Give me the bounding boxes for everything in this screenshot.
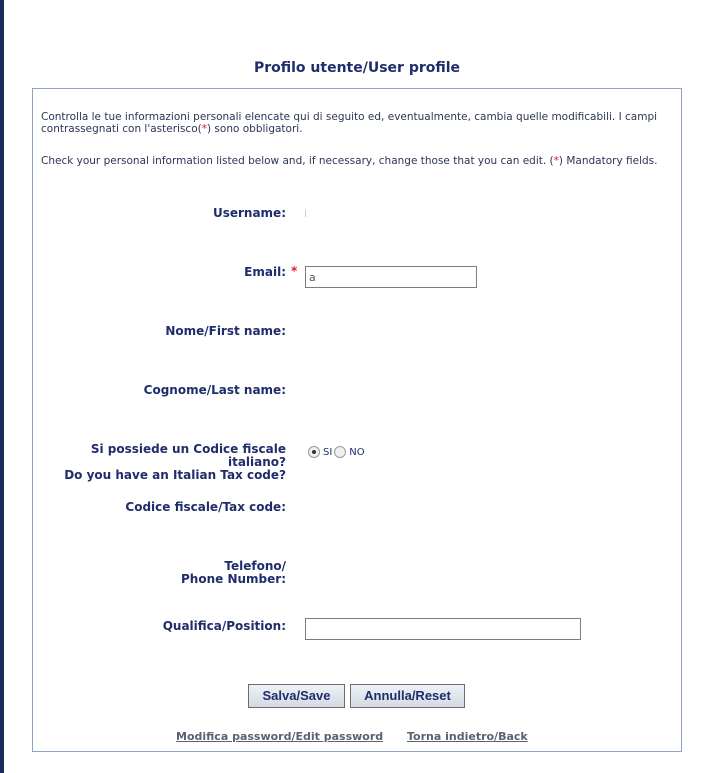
radio-si[interactable]	[308, 446, 320, 458]
radio-si-label: SI	[323, 446, 333, 458]
intro-english-text-1: Check your personal information listed b…	[41, 155, 554, 167]
phone-label-line2: Phone Number:	[181, 572, 286, 586]
intro-english-text-2: ) Mandatory fields.	[558, 155, 658, 167]
username-value	[305, 210, 306, 217]
reset-button[interactable]: Annulla/Reset	[350, 684, 465, 708]
email-required-asterisk: *	[291, 264, 298, 278]
first-name-label: Nome/First name:	[165, 324, 286, 338]
back-link[interactable]: Torna indietro/Back	[407, 730, 528, 743]
email-field[interactable]	[305, 266, 477, 288]
taxcode-radio-group: SI NO	[308, 446, 367, 458]
radio-no[interactable]	[334, 446, 347, 458]
taxcode-question-label: Si possiede un Codice fiscale italiano? …	[60, 443, 286, 482]
intro-italian-text-1: Controlla le tue informazioni personali …	[41, 111, 658, 135]
edit-password-link[interactable]: Modifica password/Edit password	[176, 730, 383, 743]
position-field[interactable]	[305, 618, 581, 640]
left-border	[0, 0, 4, 773]
profile-panel	[32, 88, 682, 752]
intro-english: Check your personal information listed b…	[41, 155, 671, 167]
username-label: Username:	[212, 206, 286, 220]
intro-italian: Controlla le tue informazioni personali …	[41, 111, 671, 135]
taxcode-label: Codice fiscale/Tax code:	[125, 500, 286, 514]
email-label: Email:	[244, 265, 286, 279]
phone-label: Telefono/ Phone Number:	[60, 560, 286, 586]
save-button[interactable]: Salva/Save	[248, 684, 345, 708]
intro-italian-text-2: ) sono obbligatori.	[206, 123, 303, 135]
position-label: Qualifica/Position:	[162, 619, 286, 633]
radio-no-label: NO	[349, 446, 365, 458]
last-name-label: Cognome/Last name:	[143, 383, 286, 397]
page-title: Profilo utente/User profile	[253, 60, 461, 76]
taxcode-question-en: Do you have an Italian Tax code?	[64, 468, 286, 482]
